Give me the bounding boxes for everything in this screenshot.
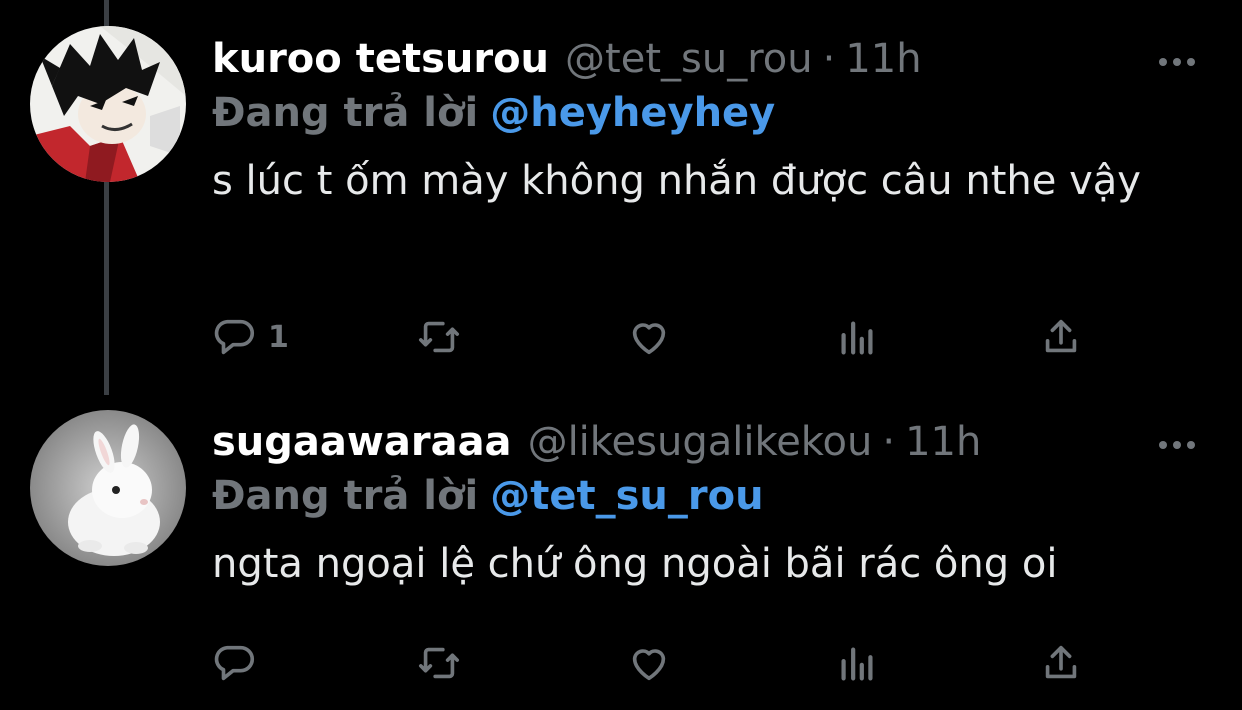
tweet-content: sugaawaraaa @likesugalikekou · 11h Đang … [212, 415, 1202, 593]
avatar-rabbit-image [30, 410, 186, 566]
reply-count: 1 [268, 319, 289, 355]
retweet-icon [418, 647, 460, 679]
more-icon-dot [1173, 58, 1181, 66]
replying-to-label: Đang trả lời [212, 473, 479, 519]
share-button[interactable] [1038, 312, 1084, 362]
tweet-text: s lúc t ốm mày không nhắn được câu nthe … [212, 158, 1141, 204]
like-button[interactable] [626, 312, 672, 362]
tweet-actions: 1 [212, 312, 1092, 362]
tweet-header: kuroo tetsurou @tet_su_rou · 11h [212, 32, 1202, 86]
reply-icon [214, 319, 254, 355]
tweet-actions [212, 638, 1092, 688]
avatar[interactable] [30, 410, 186, 566]
timestamp[interactable]: 11h [845, 32, 921, 86]
replying-to: Đang trả lời @tet_su_rou [212, 469, 1202, 523]
more-icon-dot [1187, 58, 1195, 66]
heart-icon [632, 649, 666, 681]
views-icon [841, 321, 873, 355]
tweet-text: ngta ngoại lệ chứ ông ngoài bãi rác ông … [212, 541, 1058, 587]
retweet-button[interactable] [416, 312, 462, 362]
display-name[interactable]: sugaawaraaa [212, 415, 512, 469]
views-icon [841, 647, 873, 681]
like-button[interactable] [626, 638, 672, 688]
heart-icon [632, 323, 666, 355]
replying-to: Đang trả lời @heyheyhey [212, 86, 1202, 140]
replying-to-label: Đang trả lời [212, 90, 479, 136]
tweet-header: sugaawaraaa @likesugalikekou · 11h [212, 415, 1202, 469]
more-options-button[interactable] [1152, 42, 1202, 82]
tweet[interactable]: kuroo tetsurou @tet_su_rou · 11h Đang tr… [0, 0, 1242, 395]
more-options-button[interactable] [1152, 425, 1202, 465]
handle[interactable]: @likesugalikekou [528, 415, 873, 469]
more-icon-dot [1173, 441, 1181, 449]
reply-button[interactable] [212, 638, 268, 688]
retweet-icon [418, 321, 460, 353]
thread-line-top [104, 0, 109, 26]
reply-icon [214, 645, 254, 681]
views-button[interactable] [834, 638, 880, 688]
share-icon [1045, 319, 1077, 353]
timestamp[interactable]: 11h [905, 415, 981, 469]
tweet[interactable]: sugaawaraaa @likesugalikekou · 11h Đang … [0, 395, 1242, 710]
display-name[interactable]: kuroo tetsurou [212, 32, 549, 86]
tweet-content: kuroo tetsurou @tet_su_rou · 11h Đang tr… [212, 32, 1202, 210]
reply-mention-link[interactable]: @heyheyhey [490, 90, 775, 136]
handle[interactable]: @tet_su_rou [565, 32, 813, 86]
more-icon-dot [1187, 441, 1195, 449]
retweet-button[interactable] [416, 638, 462, 688]
separator-dot: · [882, 419, 896, 465]
share-icon [1045, 645, 1077, 679]
share-button[interactable] [1038, 638, 1084, 688]
more-icon [1159, 58, 1167, 66]
avatar[interactable] [30, 26, 186, 182]
separator-dot: · [822, 36, 836, 82]
views-button[interactable] [834, 312, 880, 362]
avatar-kuroo-image [30, 26, 186, 182]
reply-mention-link[interactable]: @tet_su_rou [490, 473, 763, 519]
reply-button[interactable]: 1 [212, 312, 289, 362]
more-icon [1159, 441, 1167, 449]
thread-line [104, 182, 109, 395]
